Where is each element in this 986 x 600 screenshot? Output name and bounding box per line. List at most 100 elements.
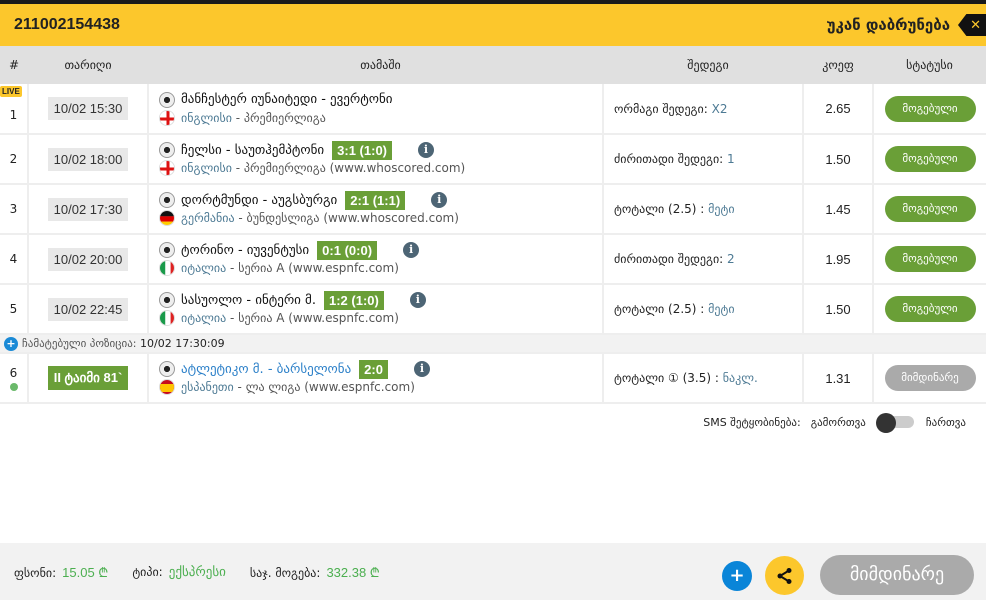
score-badge: 2:1 (1:1) (345, 190, 406, 210)
share-icon (777, 567, 791, 584)
pick-value: ნაკლ. (722, 371, 758, 385)
table-row[interactable]: 2 10/02 18:00 ჩელსი - საუთჰემპტონი 3:1 (1… (0, 134, 986, 185)
league: - პრემიერლიგა (231, 161, 326, 175)
add-button[interactable]: + (722, 561, 752, 591)
pick-value: 2 (727, 252, 735, 266)
status-badge: მოგებული (884, 196, 976, 222)
game-cell: სასუოლო - ინტერი მ. 1:2 (1:0) i იტალია - ს… (148, 284, 604, 335)
game-cell: ტორინო - იუვენტუსი 0:1 (0:0) i იტალია - სე… (148, 234, 604, 285)
league: - პრემიერლიგა (231, 110, 326, 125)
pick-label: ორმაგი შედეგი: (614, 101, 712, 116)
col-num: # (0, 46, 28, 84)
match-timer: II ტაიმი 81` (47, 366, 129, 390)
date-cell: 10/02 20:00 (28, 234, 149, 285)
backspace-close-icon: ✕ (958, 14, 986, 36)
match-date: 10/02 22:45 (47, 297, 129, 321)
ticket-id: 211002154438 (14, 16, 120, 33)
source: (www.espnfc.com) (284, 311, 399, 325)
type-value: ექსპრესი (168, 563, 226, 579)
status-badge: მიმდინარე (884, 365, 976, 391)
col-result: შედეგი (603, 46, 803, 84)
coef: 2.65 (803, 84, 874, 135)
status-cell: მოგებული (873, 284, 986, 335)
football-icon (159, 91, 175, 108)
coef: 1.31 (803, 353, 874, 404)
game-cell: მანჩესტერ იუნაიტედი - ევერტონი ინგლისი -… (148, 84, 604, 135)
football-icon (159, 361, 175, 377)
back-button[interactable]: უკან დაბრუნება ✕ (827, 14, 986, 36)
row-num: 6 (9, 365, 18, 380)
row-num: 3 (9, 202, 18, 216)
ticket-status-button[interactable]: მიმდინარე (820, 555, 974, 595)
table-row[interactable]: 4 10/02 20:00 ტორინო - იუვენტუსი 0:1 (0:0… (0, 234, 986, 285)
pick-label: ძირითადი შედეგი: (614, 152, 728, 166)
win-value: 332.38 ₾ (326, 564, 380, 580)
row-num-cell: 2 (0, 134, 29, 185)
coef: 1.50 (803, 284, 874, 335)
pick-label: ძირითადი შედეგი: (614, 252, 728, 266)
row-num-cell: 3 (0, 184, 29, 235)
coef: 1.45 (803, 184, 874, 235)
live-badge: LIVE (0, 86, 22, 97)
england-flag-icon (159, 160, 175, 176)
pick-label: ტოტალი (2.5) : (614, 202, 709, 216)
pick-cell: ტოტალი (2.5) : მეტი (603, 184, 804, 235)
bets-table: # თარიღი თამაში შედეგი კოეფ სტატუსი LIVE… (0, 46, 986, 404)
match-teams: სასუოლო - ინტერი მ. (181, 292, 316, 308)
col-status: სტატუსი (873, 46, 986, 84)
col-date: თარიღი (28, 46, 148, 84)
match-teams[interactable]: ატლეტიკო მ. - ბარსელონა (181, 362, 351, 377)
info-icon[interactable]: i (403, 242, 420, 258)
country: ინგლისი (181, 110, 232, 125)
added-time: 10/02 17:30:09 (140, 336, 225, 350)
game-cell: დორტმუნდი - აუგსბურგი 2:1 (1:1) i გერმანია… (148, 184, 604, 235)
pick-value: 1 (727, 152, 735, 166)
game-cell: ჩელსი - საუთჰემპტონი 3:1 (1:0) i ინგლისი -… (148, 134, 604, 185)
plus-circle-icon[interactable]: + (4, 336, 18, 351)
sms-label: SMS შეტყობინება: (703, 415, 801, 429)
share-button[interactable] (765, 556, 804, 595)
sms-toggle[interactable] (875, 413, 916, 433)
added-position-row: + ჩამატებული პოზიცია: 10/02 17:30:09 (0, 334, 986, 354)
league: - სერია A (226, 261, 285, 275)
table-row[interactable]: LIVE 1 10/02 15:30 მანჩესტერ იუნაიტედი - … (0, 84, 986, 135)
back-label: უკან დაბრუნება (826, 16, 950, 34)
match-date: 10/02 20:00 (47, 247, 129, 271)
table-row[interactable]: 5 10/02 22:45 სასუოლო - ინტერი მ. 1:2 (1:… (0, 284, 986, 335)
status-badge: მოგებული (884, 95, 976, 122)
date-cell: 10/02 22:45 (28, 284, 149, 335)
score-badge: 1:2 (1:0) (323, 290, 384, 310)
country: გერმანია (181, 211, 235, 225)
date-cell: 10/02 18:00 (28, 134, 149, 185)
status-cell: მოგებული (873, 234, 986, 285)
table-row[interactable]: 6 II ტაიმი 81` ატლეტიკო მ. - ბარსელონა 2:… (0, 353, 986, 404)
pick-value: X2 (711, 101, 728, 116)
league: - სერია A (226, 311, 285, 325)
source: (www.espnfc.com) (300, 380, 415, 394)
coef: 1.50 (803, 134, 874, 185)
row-num-cell: 5 (0, 284, 29, 335)
sms-notification: SMS შეტყობინება: გამორთვა ჩართვა (703, 413, 966, 433)
info-icon[interactable]: i (418, 142, 435, 158)
football-icon (159, 292, 175, 308)
match-date: 10/02 18:00 (47, 147, 129, 171)
date-cell: 10/02 17:30 (28, 184, 149, 235)
table-row[interactable]: 3 10/02 17:30 დორტმუნდი - აუგსბურგი 2:1 (… (0, 184, 986, 235)
league: - ლა ლიგა (233, 380, 301, 394)
game-cell: ატლეტიკო მ. - ბარსელონა 2:0 i ესპანეთი - ლ… (148, 353, 604, 404)
col-game: თამაში (148, 46, 603, 84)
status-cell: მოგებული (873, 84, 986, 135)
status-badge: მოგებული (884, 246, 976, 272)
status-cell: მიმდინარე (873, 353, 986, 404)
info-icon[interactable]: i (431, 192, 448, 208)
info-icon[interactable]: i (409, 292, 426, 308)
pick-cell: ძირითადი შედეგი: 1 (603, 134, 804, 185)
football-icon (159, 142, 175, 158)
match-teams: მანჩესტერ იუნაიტედი - ევერტონი (181, 92, 393, 107)
row-num: 4 (9, 252, 18, 266)
col-coef: კოეფ (803, 46, 873, 84)
type-label: ტიპი: (132, 564, 163, 579)
row-num-cell: LIVE 1 (0, 84, 29, 135)
football-icon (159, 242, 175, 258)
info-icon[interactable]: i (413, 361, 430, 377)
